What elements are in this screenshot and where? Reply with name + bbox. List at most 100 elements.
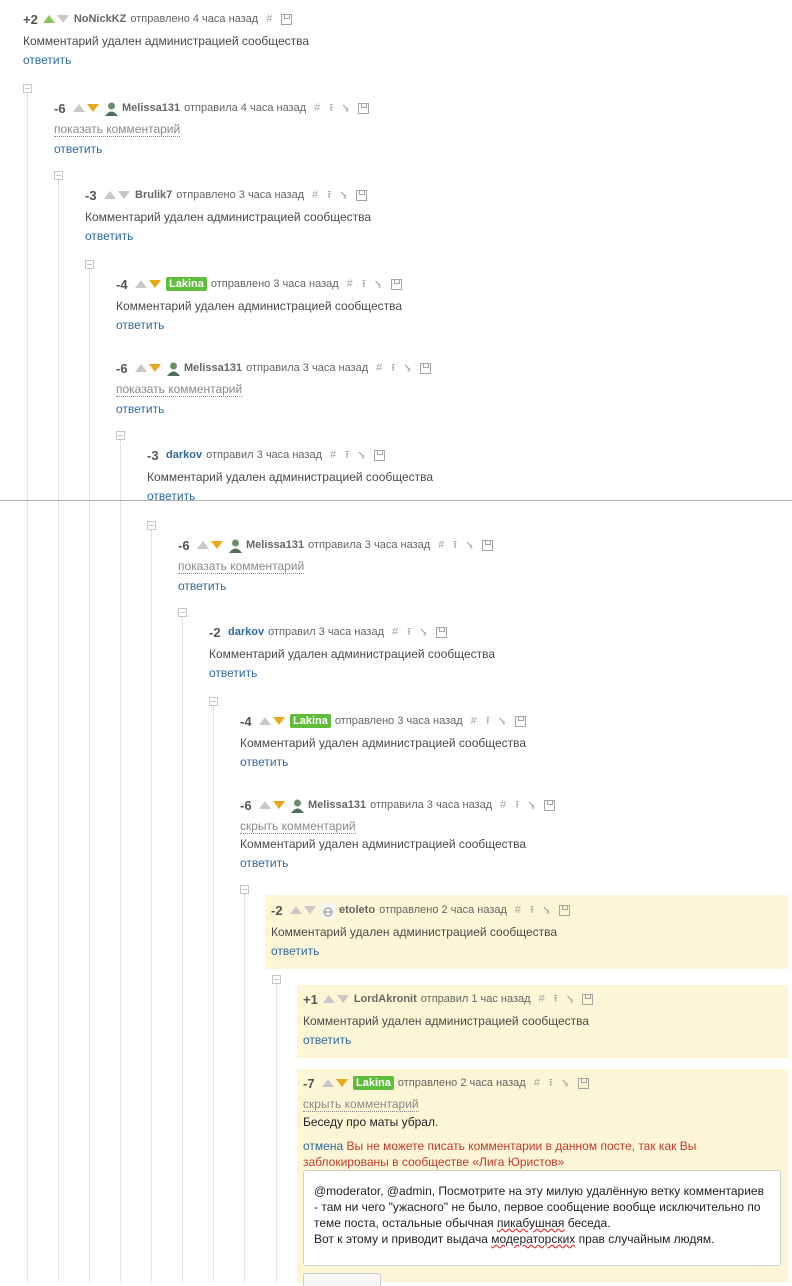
downvote-icon[interactable] xyxy=(273,801,285,809)
comment-author[interactable]: Melissa131 xyxy=(246,539,304,551)
collapse-toggle[interactable] xyxy=(178,608,187,617)
downvote-icon[interactable] xyxy=(149,280,161,288)
branch-icon[interactable]: ⭸ xyxy=(404,359,411,378)
upvote-icon[interactable] xyxy=(73,104,85,112)
downvote-icon[interactable] xyxy=(336,1079,348,1087)
link-icon[interactable]: # xyxy=(330,449,336,461)
collapse-toggle[interactable] xyxy=(209,697,218,706)
upvote-icon[interactable] xyxy=(135,280,147,288)
parent-comment-icon[interactable]: ⭱ xyxy=(486,712,490,731)
reply-link[interactable]: ответить xyxy=(147,489,433,503)
comment-author[interactable]: darkov xyxy=(166,449,202,461)
downvote-icon[interactable] xyxy=(118,191,130,199)
collapse-toggle[interactable] xyxy=(116,431,125,440)
branch-icon[interactable]: ⭸ xyxy=(499,712,506,731)
parent-comment-icon[interactable]: ⭱ xyxy=(453,536,457,555)
upvote-icon[interactable] xyxy=(104,191,116,199)
show-comment-toggle[interactable]: показать комментарий xyxy=(116,382,243,397)
link-icon[interactable]: # xyxy=(500,799,506,811)
reply-link[interactable]: ответить xyxy=(240,755,526,769)
parent-comment-icon[interactable]: ⭱ xyxy=(327,186,331,205)
branch-icon[interactable]: ⭸ xyxy=(375,275,382,294)
reply-textarea[interactable]: @moderator, @admin, Посмотрите на эту ми… xyxy=(303,1170,781,1266)
parent-comment-icon[interactable]: ⭱ xyxy=(515,796,519,815)
comment-author[interactable]: etoleto xyxy=(339,904,375,916)
reply-link[interactable]: ответить xyxy=(240,856,555,870)
link-icon[interactable]: # xyxy=(376,362,382,374)
reply-link[interactable]: ответить xyxy=(23,53,309,67)
branch-icon[interactable]: ⭸ xyxy=(543,901,550,920)
upvote-icon[interactable] xyxy=(135,364,147,372)
link-icon[interactable]: # xyxy=(266,13,272,25)
branch-icon[interactable]: ⭸ xyxy=(562,1074,569,1093)
upvote-icon[interactable] xyxy=(322,995,335,1003)
save-icon[interactable] xyxy=(390,278,402,290)
reply-link[interactable]: ответить xyxy=(54,142,369,156)
comment-author[interactable]: Melissa131 xyxy=(308,799,366,811)
downvote-icon[interactable] xyxy=(336,995,349,1003)
downvote-icon[interactable] xyxy=(87,104,99,112)
upvote-icon[interactable] xyxy=(197,541,209,549)
comment-author[interactable]: Melissa131 xyxy=(184,362,242,374)
reply-link[interactable]: ответить xyxy=(116,318,402,332)
branch-icon[interactable]: ⭸ xyxy=(567,990,574,1009)
save-icon[interactable] xyxy=(514,715,526,727)
link-icon[interactable]: # xyxy=(314,102,320,114)
save-icon[interactable] xyxy=(355,189,367,201)
upvote-icon[interactable] xyxy=(259,801,271,809)
parent-comment-icon[interactable]: ⭱ xyxy=(362,275,366,294)
save-icon[interactable] xyxy=(558,904,570,916)
link-icon[interactable]: # xyxy=(515,904,521,916)
reply-link[interactable]: ответить xyxy=(116,402,431,416)
parent-comment-icon[interactable]: ⭱ xyxy=(329,99,333,118)
collapse-toggle[interactable] xyxy=(147,521,156,530)
branch-icon[interactable]: ⭸ xyxy=(420,623,427,642)
comment-author[interactable]: Lakina xyxy=(353,1076,394,1090)
reply-link[interactable]: ответить xyxy=(85,229,371,243)
link-icon[interactable]: # xyxy=(438,539,444,551)
downvote-icon[interactable] xyxy=(304,906,316,914)
collapse-toggle[interactable] xyxy=(85,260,94,269)
reply-link[interactable]: ответить xyxy=(303,1033,593,1047)
comment-author[interactable]: LordAkronit xyxy=(354,993,417,1005)
parent-comment-icon[interactable]: ⭱ xyxy=(530,901,534,920)
branch-icon[interactable]: ⭸ xyxy=(528,796,535,815)
show-comment-toggle[interactable]: показать комментарий xyxy=(178,559,305,574)
reply-link[interactable]: ответить xyxy=(178,579,493,593)
hide-comment-toggle[interactable]: скрыть комментарий xyxy=(303,1097,419,1112)
hide-comment-toggle[interactable]: скрыть комментарий xyxy=(240,819,356,834)
show-comment-toggle[interactable]: показать комментарий xyxy=(54,122,181,137)
comment-author[interactable]: darkov xyxy=(228,626,264,638)
save-icon[interactable] xyxy=(582,993,594,1005)
link-icon[interactable]: # xyxy=(347,278,353,290)
comment-author[interactable]: Lakina xyxy=(290,714,331,728)
save-icon[interactable] xyxy=(357,102,369,114)
downvote-icon[interactable] xyxy=(56,15,69,23)
save-icon[interactable] xyxy=(435,626,447,638)
branch-icon[interactable]: ⭸ xyxy=(466,536,473,555)
downvote-icon[interactable] xyxy=(273,717,285,725)
branch-icon[interactable]: ⭸ xyxy=(342,99,349,118)
upvote-icon[interactable] xyxy=(290,906,302,914)
parent-comment-icon[interactable]: ⭱ xyxy=(407,623,411,642)
link-icon[interactable]: # xyxy=(471,715,477,727)
comment-author[interactable]: NoNickKZ xyxy=(74,13,127,25)
reply-link[interactable]: ответить xyxy=(271,944,570,958)
downvote-icon[interactable] xyxy=(211,541,223,549)
editor-submit-button[interactable] xyxy=(303,1273,381,1286)
collapse-toggle[interactable] xyxy=(272,975,281,984)
link-icon[interactable]: # xyxy=(392,626,398,638)
reply-link[interactable]: ответить xyxy=(209,666,495,680)
link-icon[interactable]: # xyxy=(539,993,545,1005)
cancel-link[interactable]: отмена xyxy=(303,1139,343,1153)
downvote-icon[interactable] xyxy=(149,364,161,372)
save-icon[interactable] xyxy=(419,362,431,374)
collapse-toggle[interactable] xyxy=(23,84,32,93)
parent-comment-icon[interactable]: ⭱ xyxy=(549,1074,553,1093)
save-icon[interactable] xyxy=(281,13,293,25)
save-icon[interactable] xyxy=(543,799,555,811)
upvote-icon[interactable] xyxy=(42,15,55,23)
collapse-toggle[interactable] xyxy=(240,885,249,894)
comment-author[interactable]: Brulik7 xyxy=(135,189,172,201)
link-icon[interactable]: # xyxy=(534,1077,540,1089)
